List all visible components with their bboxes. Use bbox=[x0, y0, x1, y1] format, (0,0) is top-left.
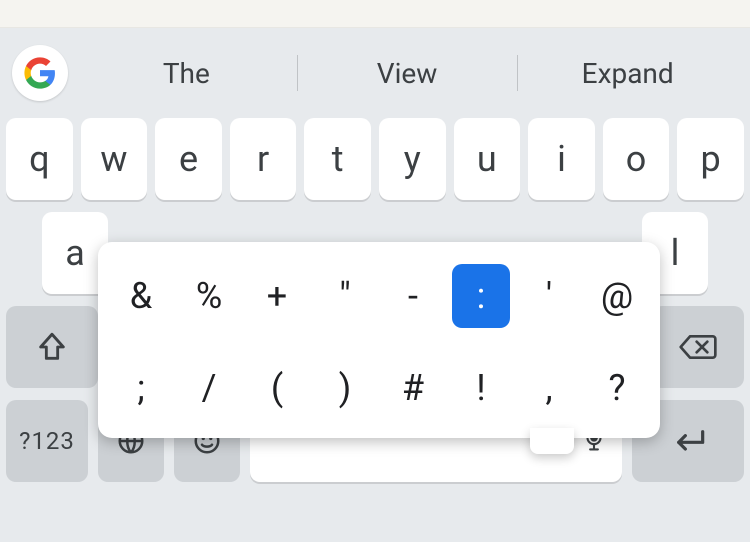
key-e[interactable]: e bbox=[155, 118, 222, 200]
google-search-button[interactable] bbox=[12, 45, 68, 101]
popup-key-dquote[interactable]: " bbox=[316, 264, 374, 328]
popup-key-semicolon[interactable]: ; bbox=[112, 356, 170, 420]
popup-key-bang[interactable]: ! bbox=[452, 356, 510, 420]
backspace-key[interactable] bbox=[652, 306, 744, 388]
shift-icon bbox=[35, 330, 69, 364]
suggestion-list: The View Expand bbox=[76, 45, 738, 101]
row-top: q w e r t y u i o p bbox=[6, 118, 744, 200]
key-o[interactable]: o bbox=[603, 118, 670, 200]
suggestion-1[interactable]: The bbox=[76, 45, 297, 101]
popup-row-2: ; / ( ) # ! , ? bbox=[112, 352, 646, 424]
popup-key-rparen[interactable]: ) bbox=[316, 356, 374, 420]
app-content-area bbox=[0, 0, 750, 28]
popup-tail bbox=[530, 428, 574, 454]
symbols-key-label: ?123 bbox=[19, 427, 75, 455]
popup-key-slash[interactable]: / bbox=[180, 356, 238, 420]
suggestion-3[interactable]: Expand bbox=[517, 45, 738, 101]
popup-row-1: & % + " - : ' @ bbox=[112, 260, 646, 332]
popup-key-dash[interactable]: - bbox=[384, 264, 442, 328]
google-g-icon bbox=[23, 56, 57, 90]
popup-key-percent[interactable]: % bbox=[180, 264, 238, 328]
popup-key-colon[interactable]: : bbox=[452, 264, 510, 328]
popup-key-question[interactable]: ? bbox=[588, 356, 646, 420]
key-i[interactable]: i bbox=[528, 118, 595, 200]
longpress-popup: & % + " - : ' @ ; / ( ) # ! , ? bbox=[98, 242, 660, 438]
popup-key-amp[interactable]: & bbox=[112, 264, 170, 328]
key-t[interactable]: t bbox=[304, 118, 371, 200]
key-p[interactable]: p bbox=[677, 118, 744, 200]
shift-key[interactable] bbox=[6, 306, 98, 388]
key-y[interactable]: y bbox=[379, 118, 446, 200]
symbols-key[interactable]: ?123 bbox=[6, 400, 88, 482]
popup-key-hash[interactable]: # bbox=[384, 356, 442, 420]
popup-key-at[interactable]: @ bbox=[588, 264, 646, 328]
suggestion-2[interactable]: View bbox=[297, 45, 518, 101]
key-r[interactable]: r bbox=[230, 118, 297, 200]
backspace-icon bbox=[678, 330, 718, 364]
enter-icon bbox=[668, 426, 708, 456]
gboard-keyboard: The View Expand q w e r t y u i o p a l bbox=[0, 28, 750, 542]
popup-key-plus[interactable]: + bbox=[248, 264, 306, 328]
key-u[interactable]: u bbox=[454, 118, 521, 200]
popup-key-lparen[interactable]: ( bbox=[248, 356, 306, 420]
key-w[interactable]: w bbox=[81, 118, 148, 200]
popup-key-comma[interactable]: , bbox=[520, 356, 578, 420]
suggestion-bar: The View Expand bbox=[0, 34, 750, 112]
popup-key-squote[interactable]: ' bbox=[520, 264, 578, 328]
key-q[interactable]: q bbox=[6, 118, 73, 200]
